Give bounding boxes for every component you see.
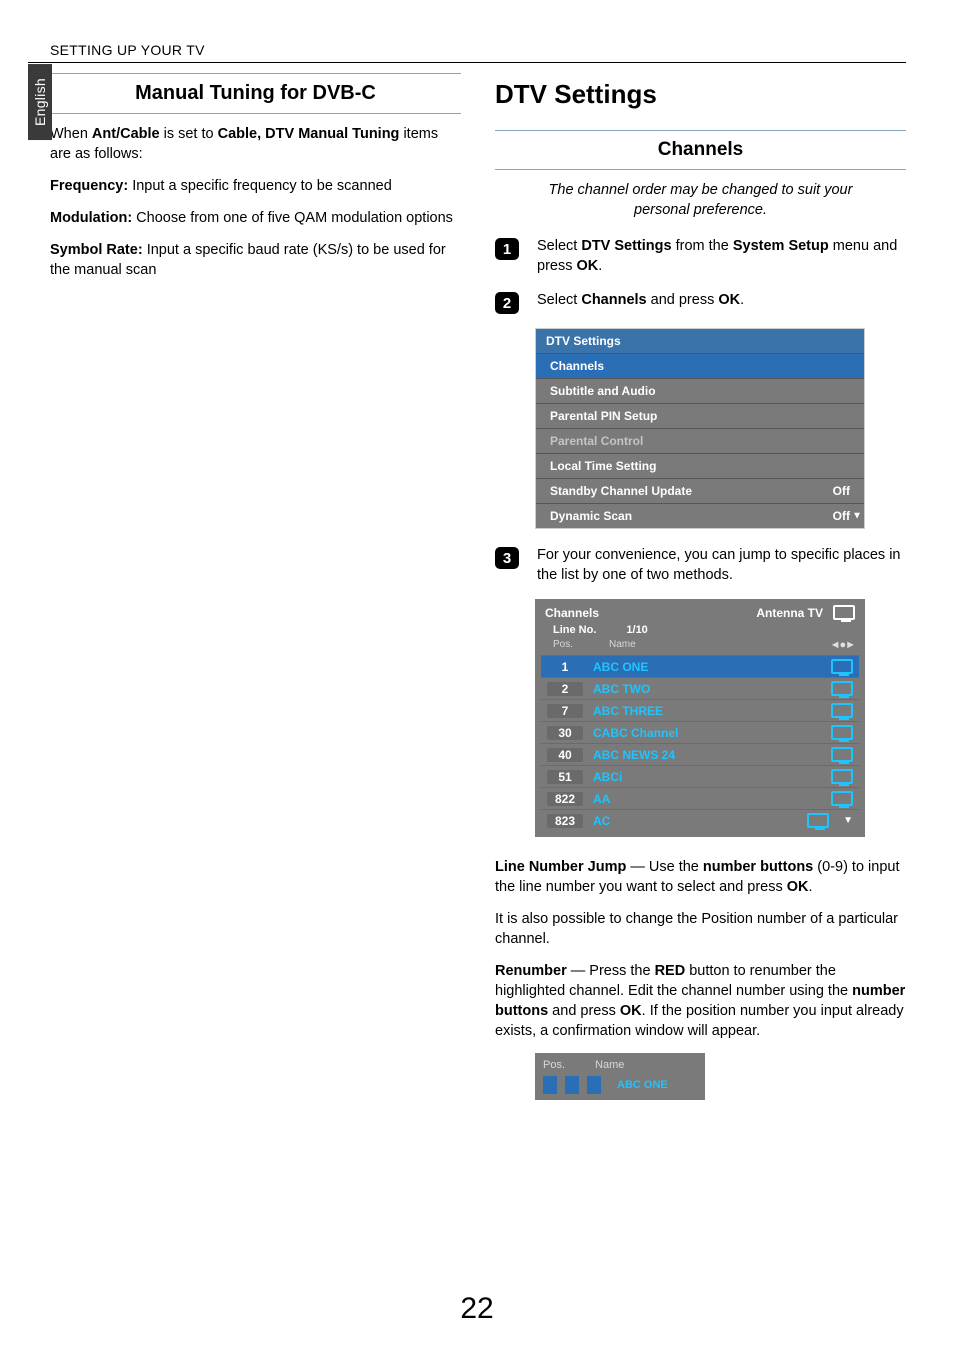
channel-row: 7ABC THREE — [541, 699, 859, 721]
step-badge-3: 3 — [495, 547, 519, 569]
menu-title: DTV Settings — [536, 329, 864, 353]
channel-row: 51ABCi — [541, 765, 859, 787]
left-column: Manual Tuning for DVB-C When Ant/Cable i… — [50, 73, 461, 1100]
line-no-value: 1/10 — [626, 624, 647, 636]
channel-row: 822AA — [541, 787, 859, 809]
channels-box-title: Channels — [545, 606, 599, 620]
line-number-jump-paragraph: Line Number Jump — Use the number button… — [495, 857, 906, 897]
renum-col-pos: Pos. — [543, 1059, 565, 1071]
channel-row: 30CABC Channel — [541, 721, 859, 743]
frequency-item: Frequency: Input a specific frequency to… — [50, 176, 461, 196]
renumber-paragraph: Renumber — Press the RED button to renum… — [495, 961, 906, 1041]
page-number: 22 — [0, 1292, 954, 1326]
channel-row: 40ABC NEWS 24 — [541, 743, 859, 765]
digit-box — [587, 1076, 601, 1094]
nav-icon: ◄●► — [830, 639, 855, 651]
tv-icon — [831, 791, 853, 806]
menu-row: Standby Channel UpdateOff — [536, 478, 864, 503]
tv-icon — [807, 813, 829, 828]
renum-col-name: Name — [595, 1059, 624, 1071]
tv-icon — [831, 681, 853, 696]
channel-row: 2ABC TWO — [541, 677, 859, 699]
menu-row: Subtitle and Audio — [536, 378, 864, 403]
channels-list-box: Channels Antenna TV Line No. 1/10 Pos. N… — [535, 599, 865, 837]
channel-row: 1ABC ONE — [541, 655, 859, 677]
channels-heading: Channels — [495, 130, 906, 170]
channel-row: 823AC▼ — [541, 809, 859, 831]
step-3: 3 For your convenience, you can jump to … — [495, 545, 906, 585]
step-badge-1: 1 — [495, 238, 519, 260]
col-name: Name — [609, 639, 636, 651]
step-1: 1 Select DTV Settings from the System Se… — [495, 236, 906, 276]
menu-row: Parental PIN Setup — [536, 403, 864, 428]
tv-icon — [831, 747, 853, 762]
menu-row: Parental Control — [536, 428, 864, 453]
language-tab: English — [28, 64, 52, 140]
symbol-rate-item: Symbol Rate: Input a specific baud rate … — [50, 240, 461, 280]
channels-source: Antenna TV — [756, 606, 823, 620]
digit-box — [543, 1076, 557, 1094]
tv-icon — [831, 725, 853, 740]
step-2: 2 Select Channels and press OK. — [495, 290, 906, 314]
step-badge-2: 2 — [495, 292, 519, 314]
manual-tuning-heading: Manual Tuning for DVB-C — [50, 73, 461, 114]
line-no-label: Line No. — [553, 624, 596, 636]
renumber-box: Pos. Name ABC ONE — [535, 1053, 705, 1100]
tv-icon — [831, 659, 853, 674]
menu-row: Local Time Setting — [536, 453, 864, 478]
renum-channel-name: ABC ONE — [617, 1079, 668, 1091]
menu-row: Dynamic ScanOff▼ — [536, 503, 864, 528]
col-pos: Pos. — [553, 639, 573, 651]
running-head: SETTING UP YOUR TV — [28, 42, 906, 63]
right-column: DTV Settings Channels The channel order … — [495, 73, 906, 1100]
dtv-settings-menu: DTV Settings ChannelsSubtitle and AudioP… — [535, 328, 865, 529]
dtv-settings-heading: DTV Settings — [495, 79, 906, 110]
tv-icon — [831, 769, 853, 784]
intro-paragraph: When Ant/Cable is set to Cable, DTV Manu… — [50, 124, 461, 164]
position-change-paragraph: It is also possible to change the Positi… — [495, 909, 906, 949]
tv-icon — [831, 703, 853, 718]
channels-intro: The channel order may be changed to suit… — [523, 180, 878, 220]
modulation-item: Modulation: Choose from one of five QAM … — [50, 208, 461, 228]
menu-row: Channels — [536, 353, 864, 378]
digit-box — [565, 1076, 579, 1094]
tv-icon — [833, 605, 855, 620]
